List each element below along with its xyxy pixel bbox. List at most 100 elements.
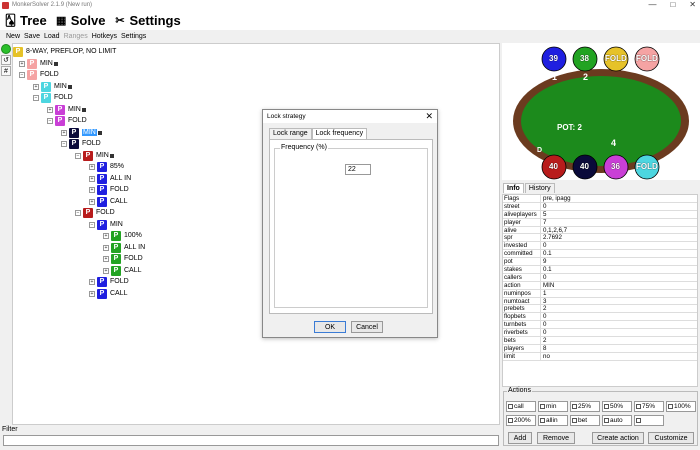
action-checkbox[interactable]: allin	[538, 415, 568, 426]
expand-icon[interactable]: +	[89, 163, 95, 170]
menu-hotkeys[interactable]: Hotkeys	[92, 33, 117, 40]
tree-node[interactable]: − P FOLD	[61, 138, 101, 149]
info-row: limit no	[503, 352, 697, 361]
tree-node[interactable]: + P MIN	[47, 104, 86, 115]
action-checkbox[interactable]: 200%	[506, 415, 536, 426]
action-checkbox[interactable]: bet	[570, 415, 600, 426]
expand-icon[interactable]: +	[103, 255, 109, 262]
tree-node[interactable]: − P FOLD	[75, 207, 115, 218]
collapse-icon[interactable]: −	[61, 140, 67, 147]
expand-icon[interactable]: +	[89, 198, 95, 205]
action-checkbox[interactable]: 50%	[602, 401, 632, 412]
tree-node[interactable]: + P FOLD	[103, 253, 143, 264]
checkbox-icon[interactable]	[572, 418, 577, 423]
menu-settings[interactable]: Settings	[121, 33, 146, 40]
tree-node[interactable]: + P FOLD	[89, 184, 129, 195]
tree-node[interactable]: − P MIN	[75, 150, 114, 161]
checkbox-icon[interactable]	[604, 418, 609, 423]
action-checkbox[interactable]: auto	[602, 415, 632, 426]
checkbox-icon[interactable]	[668, 404, 673, 409]
expand-icon[interactable]: +	[89, 186, 95, 193]
tree-node[interactable]: + P ALL IN	[89, 173, 131, 184]
menu-new[interactable]: New	[6, 33, 20, 40]
tree-node[interactable]: + P CALL	[89, 196, 128, 207]
menu-load[interactable]: Load	[44, 33, 60, 40]
expand-icon[interactable]: +	[89, 290, 95, 297]
collapse-icon[interactable]: −	[47, 117, 53, 124]
frequency-input[interactable]	[345, 164, 371, 175]
tab-solve[interactable]: ▦ Solve	[55, 12, 106, 28]
cancel-button[interactable]: Cancel	[351, 321, 383, 333]
remove-action-button[interactable]: Remove	[537, 432, 575, 444]
collapse-icon[interactable]: −	[33, 94, 39, 101]
maximize-button[interactable]: □	[670, 0, 675, 10]
tab-lock-frequency[interactable]: Lock frequency	[311, 128, 368, 139]
player-badge: P	[83, 207, 93, 218]
tree-node[interactable]: P 8-WAY, PREFLOP, NO LIMIT	[13, 46, 116, 57]
add-action-button[interactable]: Add	[508, 432, 532, 444]
refresh-icon[interactable]: ↺	[1, 55, 11, 65]
expand-icon[interactable]: +	[103, 267, 109, 274]
tree-node[interactable]: − P FOLD	[33, 92, 73, 103]
filter-input[interactable]	[3, 435, 499, 446]
checkbox-icon[interactable]	[636, 404, 641, 409]
action-checkbox[interactable]	[634, 415, 664, 426]
action-checkbox[interactable]: min	[538, 401, 568, 412]
tree-node[interactable]: + P 100%	[103, 230, 142, 241]
tree-node[interactable]: − P MIN	[89, 219, 123, 230]
checkbox-icon[interactable]	[604, 404, 609, 409]
checkbox-icon[interactable]	[636, 418, 641, 423]
close-button[interactable]: ✕	[689, 0, 696, 10]
tree-node[interactable]: + P 85%	[89, 161, 124, 172]
tree-node[interactable]: + P CALL	[89, 288, 128, 299]
tree-node[interactable]: + P MIN	[33, 81, 72, 92]
tree-node[interactable]: + P ALL IN	[103, 242, 145, 253]
minimize-button[interactable]: —	[648, 0, 656, 10]
expand-icon[interactable]: +	[33, 83, 39, 90]
checkbox-icon[interactable]	[572, 404, 577, 409]
tab-solve-label: Solve	[70, 12, 106, 28]
tab-settings[interactable]: ✂ Settings	[113, 13, 180, 28]
create-action-button[interactable]: Create action	[592, 432, 644, 444]
menu-save[interactable]: Save	[24, 33, 40, 40]
tree-node[interactable]: − P FOLD	[19, 69, 59, 80]
expand-icon[interactable]: +	[103, 232, 109, 239]
checkbox-icon[interactable]	[540, 404, 545, 409]
expand-icon[interactable]: +	[103, 244, 109, 251]
tab-info[interactable]: Info	[503, 183, 524, 193]
info-key: action	[503, 281, 541, 289]
seat-label: 40	[549, 162, 558, 171]
tab-tree[interactable]: 🂡 Tree	[4, 13, 47, 28]
checkbox-icon[interactable]	[508, 418, 513, 423]
action-checkbox[interactable]: 25%	[570, 401, 600, 412]
collapse-icon[interactable]: −	[19, 71, 25, 78]
checkbox-icon[interactable]	[508, 404, 513, 409]
expand-icon[interactable]: +	[89, 278, 95, 285]
tree-node[interactable]: + P FOLD	[89, 276, 129, 287]
expand-icon[interactable]: +	[89, 175, 95, 182]
action-checkbox[interactable]: 75%	[634, 401, 664, 412]
tree-node[interactable]: − P FOLD	[47, 115, 87, 126]
ok-button[interactable]: OK	[314, 321, 346, 333]
tree-node[interactable]: + P MIN	[61, 127, 102, 138]
tab-history[interactable]: History	[524, 183, 555, 193]
expand-icon[interactable]: +	[47, 106, 53, 113]
status-dot-icon[interactable]	[1, 44, 11, 54]
hash-icon[interactable]: #	[1, 66, 11, 76]
tab-lock-range[interactable]: Lock range	[269, 128, 312, 139]
action-checkbox[interactable]: 100%	[666, 401, 696, 412]
menu-ranges[interactable]: Ranges	[64, 33, 88, 40]
collapse-icon[interactable]: −	[75, 209, 81, 216]
collapse-icon[interactable]: −	[75, 152, 81, 159]
checkbox-icon[interactable]	[540, 418, 545, 423]
info-value: 8	[543, 344, 547, 352]
tree-node[interactable]: + P CALL	[103, 265, 142, 276]
tree-node[interactable]: + P MIN	[19, 58, 58, 69]
expand-icon[interactable]: +	[19, 60, 25, 67]
lock-icon	[109, 153, 114, 158]
action-checkbox[interactable]: call	[506, 401, 536, 412]
collapse-icon[interactable]: −	[89, 221, 95, 228]
dialog-close-icon[interactable]: ✕	[425, 110, 433, 123]
expand-icon[interactable]: +	[61, 129, 67, 136]
customize-button[interactable]: Customize	[648, 432, 694, 444]
